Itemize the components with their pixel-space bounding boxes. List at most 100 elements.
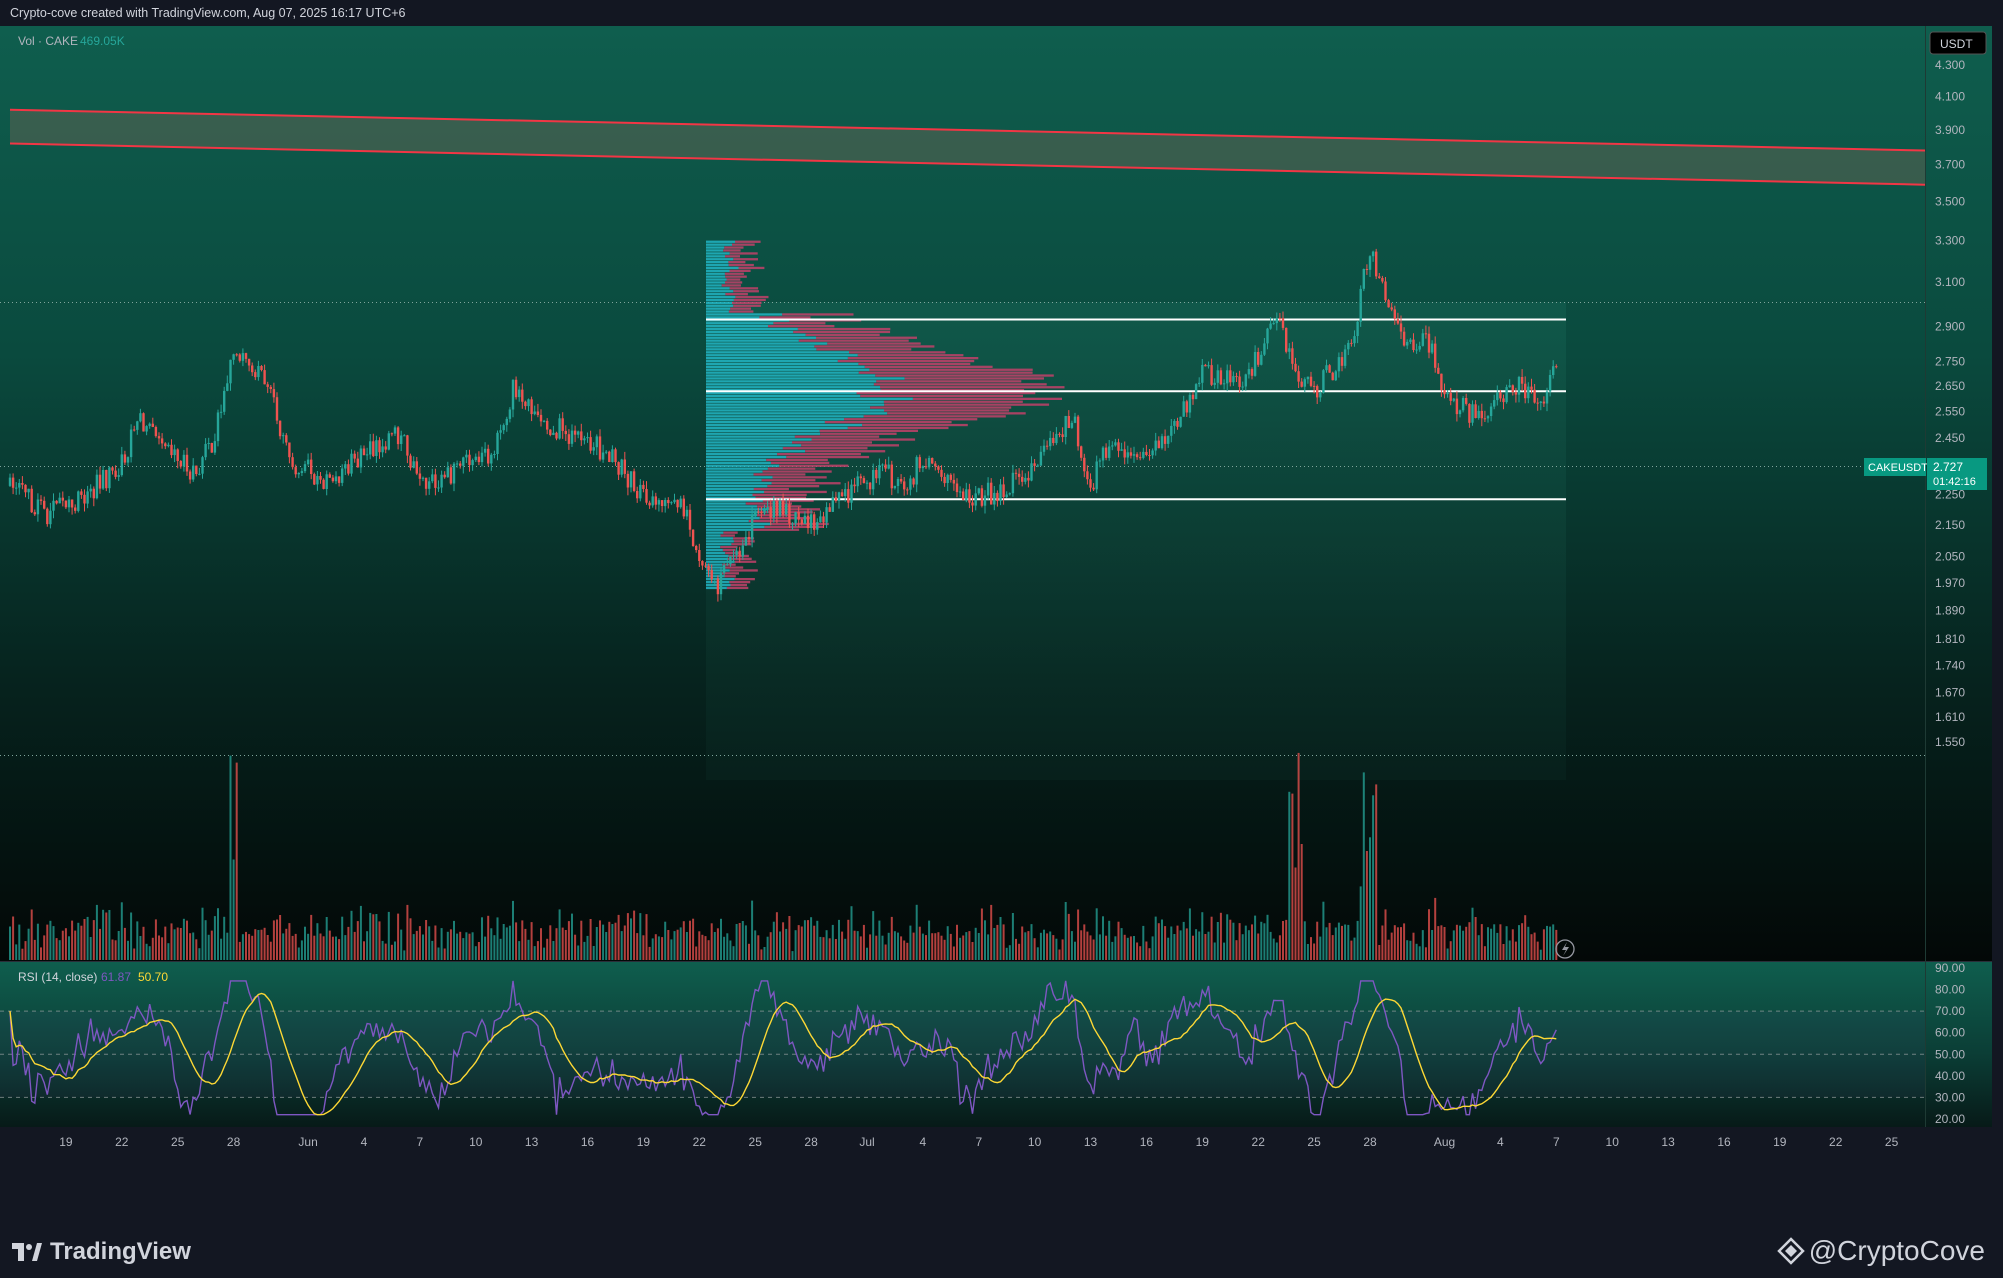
volume-bar bbox=[201, 907, 204, 960]
volume-bar bbox=[993, 928, 996, 960]
volume-bar bbox=[1546, 925, 1548, 960]
volume-bar bbox=[1459, 925, 1461, 960]
candle-body bbox=[400, 435, 403, 444]
candle-body bbox=[393, 427, 397, 434]
candle-body bbox=[160, 438, 164, 444]
candle-body bbox=[1474, 404, 1477, 418]
currency-badge[interactable]: USDT bbox=[1929, 31, 1987, 55]
candle-body bbox=[406, 435, 409, 456]
candle-body bbox=[322, 479, 325, 489]
volume-bar bbox=[1269, 931, 1272, 960]
vp-up-row bbox=[706, 266, 739, 270]
candle-body bbox=[1309, 376, 1313, 386]
volume-bar bbox=[1154, 916, 1157, 960]
candle-body bbox=[577, 431, 580, 435]
vp-up-row bbox=[706, 322, 774, 325]
volume-bar bbox=[487, 915, 490, 960]
price-tick: 1.740 bbox=[1935, 658, 1965, 672]
volume-bar bbox=[493, 935, 496, 960]
volume-bar bbox=[1490, 928, 1493, 960]
volume-bar bbox=[828, 938, 831, 960]
volume-bar bbox=[1251, 924, 1253, 960]
candle-body bbox=[192, 465, 195, 480]
volume-bar bbox=[77, 922, 80, 960]
candle-body bbox=[673, 499, 676, 503]
volume-bar bbox=[1527, 926, 1530, 960]
rsi-ma-value: 50.70 bbox=[138, 970, 168, 984]
volume-bar bbox=[785, 928, 788, 960]
candle-body bbox=[927, 458, 931, 468]
volume-bar bbox=[900, 936, 903, 960]
vp-down-row bbox=[880, 386, 1065, 389]
volume-bar bbox=[425, 920, 428, 960]
time-tick: 13 bbox=[525, 1135, 539, 1149]
vp-up-row bbox=[706, 284, 722, 287]
volume-legend[interactable]: Vol · CAKE 469.05K bbox=[18, 34, 125, 48]
volume-bar bbox=[46, 924, 49, 960]
candle-body bbox=[1278, 318, 1282, 319]
volume-bar bbox=[422, 934, 424, 960]
vp-up-row bbox=[706, 295, 736, 299]
candle-body bbox=[800, 519, 803, 524]
vp-down-row bbox=[768, 325, 835, 328]
candle-body bbox=[903, 481, 906, 490]
candle-body bbox=[601, 452, 605, 460]
vp-down-row bbox=[729, 581, 751, 584]
candle-body bbox=[546, 420, 549, 430]
candle-body bbox=[1427, 333, 1431, 353]
volume-bar bbox=[1226, 914, 1229, 960]
volume-bar bbox=[269, 941, 272, 960]
candle-body bbox=[443, 474, 446, 478]
rsi-legend[interactable]: RSI (14, close) 61.87 50.70 bbox=[18, 970, 168, 984]
volume-bar bbox=[803, 920, 806, 960]
vp-up-row bbox=[706, 409, 884, 412]
volume-bar bbox=[173, 929, 176, 960]
vp-down-row bbox=[725, 275, 747, 278]
candle-body bbox=[1508, 385, 1511, 388]
volume-bar bbox=[1480, 924, 1483, 960]
candle-body bbox=[899, 479, 903, 482]
candle-body bbox=[716, 578, 720, 595]
volume-bar bbox=[769, 932, 772, 960]
volume-bar bbox=[1167, 937, 1170, 960]
candle-body bbox=[788, 504, 791, 524]
candle-body bbox=[372, 441, 375, 457]
candle-body bbox=[533, 411, 536, 415]
time-tick: 10 bbox=[469, 1135, 483, 1149]
volume-bar bbox=[394, 941, 396, 960]
volume-bar bbox=[1170, 926, 1173, 960]
tradingview-logo[interactable]: TradingView bbox=[12, 1238, 191, 1266]
time-tick: 25 bbox=[1307, 1135, 1321, 1149]
candle-body bbox=[1384, 281, 1387, 301]
volume-bar bbox=[897, 932, 899, 960]
vp-down-row bbox=[801, 444, 899, 447]
candle-body bbox=[1471, 404, 1474, 423]
candle-body bbox=[95, 474, 99, 499]
candle-body bbox=[173, 449, 176, 456]
volume-bar bbox=[15, 944, 18, 960]
price-chart[interactable]: 4.300 4.100 3.900 3.700 3.500 3.300 3.100 2.900… bbox=[0, 26, 2003, 1218]
candle-body bbox=[763, 509, 766, 514]
candle-body bbox=[1126, 452, 1129, 458]
candle-body bbox=[549, 429, 552, 435]
vp-down-row bbox=[862, 423, 968, 427]
candle-body bbox=[1368, 256, 1372, 270]
volume-bar bbox=[347, 926, 350, 960]
vp-up-row bbox=[706, 455, 787, 459]
candle-body bbox=[487, 448, 490, 464]
vp-down-row bbox=[730, 307, 751, 310]
volume-bar bbox=[356, 921, 359, 960]
candle-body bbox=[595, 436, 598, 448]
volume-bar bbox=[825, 930, 828, 960]
volume-bar bbox=[1151, 936, 1154, 960]
candle-body bbox=[1148, 455, 1151, 456]
candle-body bbox=[744, 537, 748, 546]
volume-bar bbox=[279, 915, 282, 960]
volume-bar bbox=[43, 935, 46, 960]
volume-bar bbox=[1496, 932, 1499, 960]
volume-bar bbox=[850, 906, 853, 960]
candle-body bbox=[210, 443, 213, 453]
volume-bar bbox=[437, 947, 440, 960]
volume-bar bbox=[766, 936, 769, 960]
volume-bar bbox=[903, 940, 906, 960]
